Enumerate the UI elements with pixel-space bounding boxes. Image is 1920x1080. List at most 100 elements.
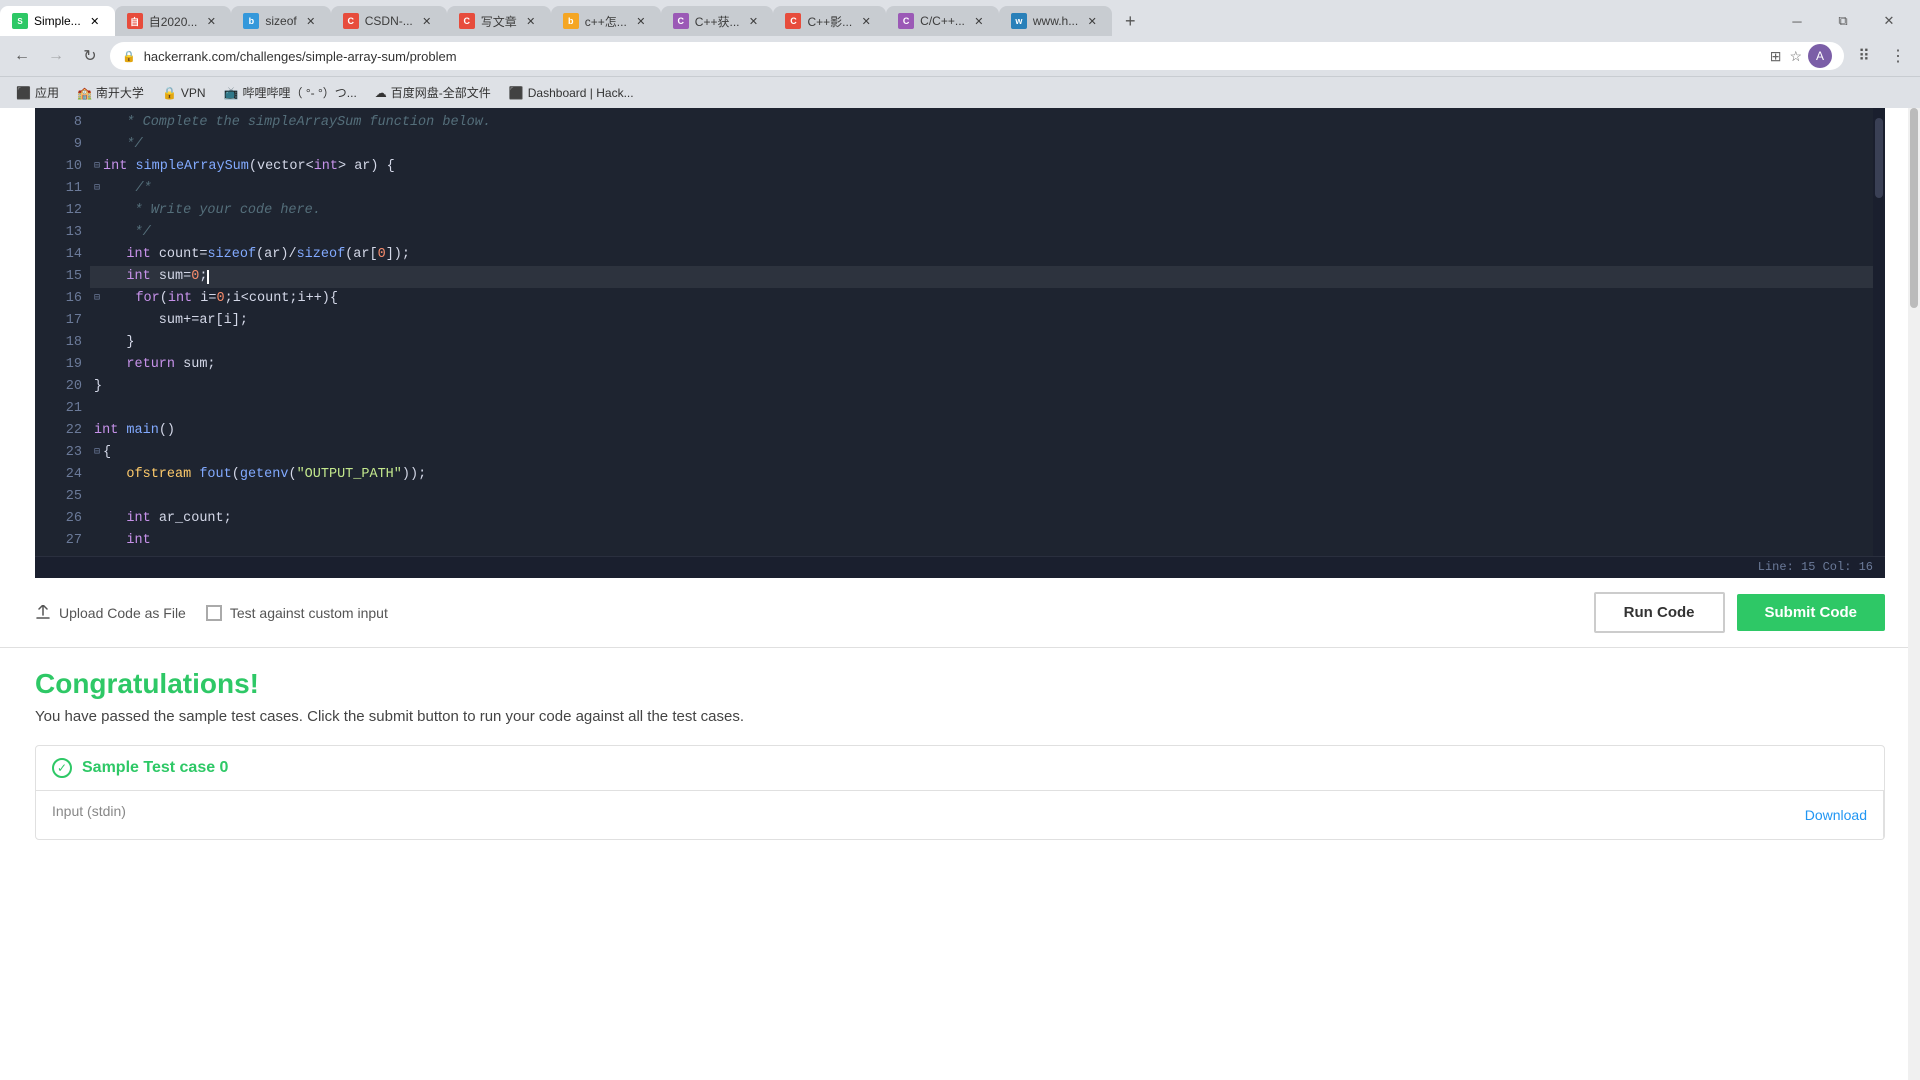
bookmark-hackerrank[interactable]: ⬛ Dashboard | Hack... <box>501 83 642 103</box>
close-button[interactable]: ✕ <box>1866 6 1912 36</box>
bookmark-vpn[interactable]: 🔒 VPN <box>154 83 214 103</box>
code-line-26: int ar_count; <box>90 508 1873 530</box>
address-bar: ← → ↻ 🔒 hackerrank.com/challenges/simple… <box>0 36 1920 76</box>
download-link[interactable]: Download <box>1805 807 1867 823</box>
tab-sizeof[interactable]: b sizeof ✕ <box>231 6 330 36</box>
tab-label-4: CSDN-... <box>365 14 413 28</box>
bookmark-nankai-label: 南开大学 <box>96 84 144 101</box>
editor-toolbar: Upload Code as File Test against custom … <box>0 578 1920 648</box>
tab-2020[interactable]: 自 自2020... ✕ <box>115 6 232 36</box>
svg-text:S: S <box>17 17 23 26</box>
tab-cpp2[interactable]: C C++获... ✕ <box>661 6 774 36</box>
tab-favicon-6: b <box>563 13 579 29</box>
tab-label-5: 写文章 <box>481 13 517 30</box>
tab-close-6[interactable]: ✕ <box>633 13 649 29</box>
bookmark-icon[interactable]: ☆ <box>1787 46 1804 67</box>
minimize-button[interactable]: ─ <box>1774 6 1820 36</box>
profile-icon[interactable]: A <box>1808 44 1832 68</box>
code-line-17: sum+=ar[i]; <box>90 310 1873 332</box>
page-scrollbar-thumb[interactable] <box>1910 108 1918 308</box>
baidu-icon: ☁ <box>375 86 387 100</box>
tab-close-5[interactable]: ✕ <box>523 13 539 29</box>
page-scrollbar[interactable] <box>1908 108 1920 1080</box>
tab-cpp3[interactable]: C C++影... ✕ <box>773 6 886 36</box>
new-tab-button[interactable]: + <box>1116 7 1144 35</box>
bookmark-hackerrank-label: Dashboard | Hack... <box>528 86 634 100</box>
tab-close-8[interactable]: ✕ <box>858 13 874 29</box>
tab-favicon-7: C <box>673 13 689 29</box>
url-actions: ⊞ ☆ A <box>1768 44 1832 68</box>
test-case-body: Input (stdin) Download <box>36 790 1884 839</box>
code-content: 8 9 10 11 12 13 14 15 16 17 18 19 20 21 … <box>35 108 1885 556</box>
test-checkbox[interactable] <box>206 605 222 621</box>
bookmark-bilibili-label: 哔哩哔哩（ °- °）つ... <box>243 84 357 101</box>
tab-close-10[interactable]: ✕ <box>1084 13 1100 29</box>
tab-favicon-9: C <box>898 13 914 29</box>
code-line-11: ⊟ /* <box>90 178 1873 200</box>
maximize-button[interactable]: ⧉ <box>1820 6 1866 36</box>
test-input-section: Input (stdin) Download <box>36 791 1884 839</box>
code-line-22: int main() <box>90 420 1873 442</box>
upload-icon <box>35 605 51 621</box>
tab-csdn[interactable]: C CSDN-... ✕ <box>331 6 447 36</box>
bookmark-bilibili[interactable]: 📺 哔哩哔哩（ °- °）つ... <box>216 81 365 104</box>
hackerrank-icon: ⬛ <box>509 86 524 100</box>
run-code-button[interactable]: Run Code <box>1594 592 1725 633</box>
tab-favicon-2: 自 <box>127 13 143 29</box>
url-bar[interactable]: 🔒 hackerrank.com/challenges/simple-array… <box>110 42 1844 70</box>
test-case-header: ✓ Sample Test case 0 <box>36 746 1884 790</box>
tab-close-9[interactable]: ✕ <box>971 13 987 29</box>
tab-label-3: sizeof <box>265 14 296 28</box>
tab-close-3[interactable]: ✕ <box>303 13 319 29</box>
bookmark-baidu[interactable]: ☁ 百度网盘-全部文件 <box>367 81 499 104</box>
code-editor[interactable]: 8 9 10 11 12 13 14 15 16 17 18 19 20 21 … <box>35 108 1885 578</box>
congratulations-title: Congratulations! <box>35 668 1885 700</box>
forward-button[interactable]: → <box>42 42 70 70</box>
tab-label-7: C++获... <box>695 13 740 30</box>
test-custom-input[interactable]: Test against custom input <box>206 605 388 621</box>
vpn-icon: 🔒 <box>162 86 177 100</box>
submit-code-button[interactable]: Submit Code <box>1737 594 1886 631</box>
code-line-24: ofstream fout(getenv("OUTPUT_PATH")); <box>90 464 1873 486</box>
tab-favicon-3: b <box>243 13 259 29</box>
tab-write[interactable]: C 写文章 ✕ <box>447 6 551 36</box>
bookmark-baidu-label: 百度网盘-全部文件 <box>391 84 491 101</box>
code-line-13: */ <box>90 222 1873 244</box>
apps-icon: ⬛ <box>16 86 31 100</box>
refresh-button[interactable]: ↻ <box>76 42 104 70</box>
tab-close-1[interactable]: ✕ <box>87 13 103 29</box>
tab-favicon-8: C <box>785 13 801 29</box>
code-lines: * Complete the simpleArraySum function b… <box>90 108 1873 556</box>
translate-icon[interactable]: ⊞ <box>1768 46 1784 67</box>
tab-label-2: 自2020... <box>149 13 198 30</box>
tab-label-9: C/C++... <box>920 14 965 28</box>
tab-simple-array-sum[interactable]: S Simple... ✕ <box>0 6 115 36</box>
scrollbar-thumb[interactable] <box>1875 118 1883 198</box>
extensions-button[interactable]: ⠿ <box>1850 42 1878 70</box>
tab-close-2[interactable]: ✕ <box>203 13 219 29</box>
tab-close-4[interactable]: ✕ <box>419 13 435 29</box>
menu-button[interactable]: ⋮ <box>1884 42 1912 70</box>
tab-cpp1[interactable]: b c++怎... ✕ <box>551 6 661 36</box>
tab-close-7[interactable]: ✕ <box>745 13 761 29</box>
back-button[interactable]: ← <box>8 42 36 70</box>
window-controls: ─ ⧉ ✕ <box>1774 6 1920 36</box>
bookmark-nankai[interactable]: 🏫 南开大学 <box>69 81 152 104</box>
tab-label-8: C++影... <box>807 13 852 30</box>
tab-favicon-1: S <box>12 13 28 29</box>
editor-scrollbar[interactable] <box>1873 108 1885 556</box>
tab-label-6: c++怎... <box>585 13 627 30</box>
tab-www[interactable]: w www.h... ✕ <box>999 6 1112 36</box>
congratulations-description: You have passed the sample test cases. C… <box>35 708 1885 725</box>
main-content: 8 9 10 11 12 13 14 15 16 17 18 19 20 21 … <box>0 108 1920 1080</box>
code-line-9: */ <box>90 134 1873 156</box>
code-line-27: int <box>90 530 1873 552</box>
code-line-21 <box>90 398 1873 420</box>
code-line-15: int sum=0; <box>90 266 1873 288</box>
tab-c-cpp[interactable]: C C/C++... ✕ <box>886 6 999 36</box>
upload-code-button[interactable]: Upload Code as File <box>35 605 186 621</box>
code-line-23: ⊟{ <box>90 442 1873 464</box>
bookmark-vpn-label: VPN <box>181 86 206 100</box>
bookmark-apps[interactable]: ⬛ 应用 <box>8 81 67 104</box>
results-area: Congratulations! You have passed the sam… <box>0 648 1920 1080</box>
